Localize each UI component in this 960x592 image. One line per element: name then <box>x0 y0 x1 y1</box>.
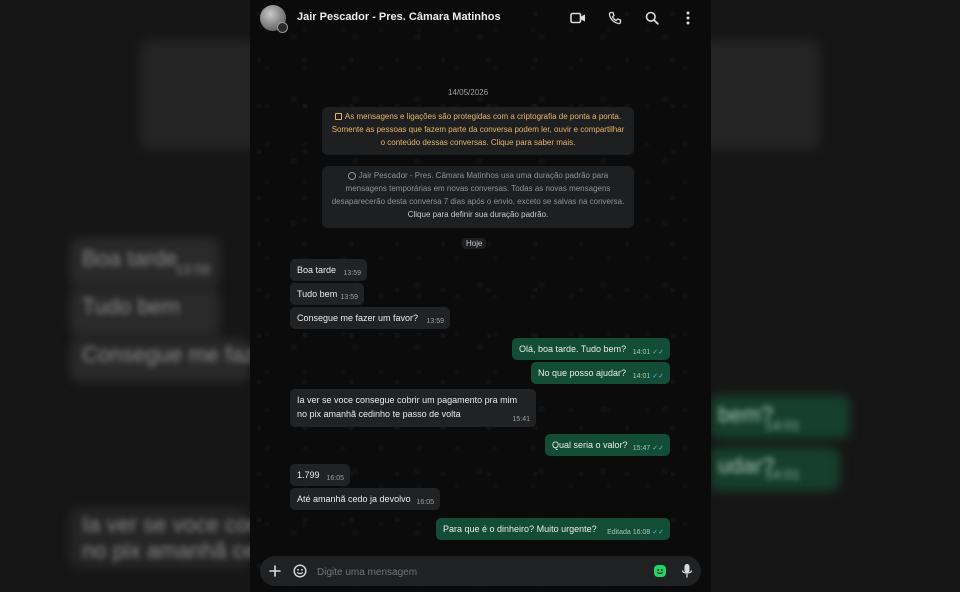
message-text: Para que é o dinheiro? Muito urgente? <box>443 524 597 534</box>
outgoing-message[interactable]: No que posso ajudar? 14:01 ✓✓ <box>531 362 670 384</box>
timer-icon <box>347 171 356 180</box>
message-time: 16:05 <box>326 475 344 482</box>
read-ticks-icon: ✓✓ <box>652 445 664 452</box>
message-text: Consegue me fazer um favor? <box>297 313 419 323</box>
read-ticks-icon: ✓✓ <box>652 529 664 536</box>
message-time: 13:59 <box>343 270 361 277</box>
phone-icon[interactable] <box>606 9 624 27</box>
message-time: 13:59 <box>340 294 358 301</box>
message-composer <box>260 556 701 586</box>
bg-text: 14:01 <box>765 417 801 433</box>
notice-text: Jair Pescador - Pres. Câmara Matinhos us… <box>358 171 609 180</box>
lock-icon <box>334 113 342 121</box>
message-time: 14:01 ✓✓ <box>633 372 664 381</box>
message-text: Olá, boa tarde. Tudo bem? <box>519 344 627 354</box>
microphone-icon[interactable] <box>678 562 696 580</box>
message-line: no pix amanhã cedinho te passo de volta <box>297 409 461 419</box>
time-text: 15:47 <box>632 445 651 452</box>
chat-header: Jair Pescador - Pres. Câmara Matinhos <box>250 0 711 38</box>
message-text: 1.799 <box>297 470 320 480</box>
bg-text: Tudo bem <box>82 294 181 319</box>
notice-line: mensagens temporárias em novas conversas… <box>345 184 611 193</box>
message-time: 16:05 <box>416 499 434 506</box>
message-text: No que posso ajudar? <box>538 368 627 378</box>
outgoing-message[interactable]: Qual seria o valor? 15:47 ✓✓ <box>545 434 670 456</box>
bg-text: Consegue me fazer <box>82 342 274 367</box>
bg-text: 14:01 <box>765 466 801 482</box>
bg-text: 13:59 <box>175 261 211 277</box>
time-text: Editada 16:08 <box>607 529 651 536</box>
set-default-duration-link[interactable]: Clique para definir sua duração padrão. <box>322 208 634 221</box>
notice-line: Somente as pessoas que fazem parte da co… <box>331 125 625 134</box>
incoming-message[interactable]: Até amanhã cedo ja devolvo 16:05 <box>290 488 440 510</box>
contact-name[interactable]: Jair Pescador - Pres. Câmara Matinhos <box>297 11 501 23</box>
message-text: Ia ver se voce consegue cobrir um pagame… <box>297 393 517 421</box>
read-ticks-icon: ✓✓ <box>652 349 664 356</box>
message-text: Tudo bem <box>297 289 338 299</box>
message-line: Ia ver se voce consegue cobrir um pagame… <box>297 395 518 405</box>
outgoing-message[interactable]: Para que é o dinheiro? Muito urgente? Ed… <box>436 518 670 540</box>
message-text: Até amanhã cedo ja devolvo <box>297 494 411 504</box>
date-label: 14/05/2026 <box>448 88 489 97</box>
time-text: 14:01 <box>632 349 651 356</box>
encryption-notice[interactable]: As mensagens e ligações são protegidas c… <box>322 107 634 155</box>
bg-text: Boa tarde <box>82 246 178 271</box>
read-ticks-icon: ✓✓ <box>652 373 664 380</box>
more-options-icon[interactable] <box>679 9 697 27</box>
message-time: 15:47 ✓✓ <box>633 444 664 453</box>
contact-avatar[interactable] <box>260 5 288 33</box>
incoming-message[interactable]: Tudo bem 13:59 <box>290 283 364 305</box>
search-icon[interactable] <box>643 9 661 27</box>
avatar-badge <box>277 22 288 33</box>
incoming-message[interactable]: Consegue me fazer um favor? 13:59 <box>290 307 450 329</box>
notice-text: As mensagens e ligações são protegidas c… <box>344 112 622 121</box>
message-text: Qual seria o valor? <box>552 440 628 450</box>
disappearing-messages-notice[interactable]: Jair Pescador - Pres. Câmara Matinhos us… <box>322 166 634 228</box>
notice-line: Jair Pescador - Pres. Câmara Matinhos us… <box>322 169 634 182</box>
bg-blob <box>700 40 820 150</box>
outgoing-message[interactable]: Olá, boa tarde. Tudo bem? 14:01 ✓✓ <box>512 338 670 360</box>
sticker-icon[interactable] <box>651 562 669 580</box>
notice-line: o conteúdo dessas conversas. Clique para… <box>380 138 576 147</box>
incoming-message[interactable]: Ia ver se voce consegue cobrir um pagame… <box>290 389 536 427</box>
notice-line: desaparecerão desta conversa 7 dias após… <box>331 197 625 206</box>
notice-line: As mensagens e ligações são protegidas c… <box>322 110 634 123</box>
message-time: Editada 16:08 ✓✓ <box>607 528 664 537</box>
message-time: 13:59 <box>426 318 444 325</box>
bg-text: no pix amanhã cedi <box>82 538 273 563</box>
chat-window: Jair Pescador - Pres. Câmara Matinhos 14… <box>250 0 711 592</box>
incoming-message[interactable]: 1.799 16:05 <box>290 464 350 486</box>
today-label: Hoje <box>462 238 487 249</box>
emoji-icon[interactable] <box>291 562 309 580</box>
message-time: 14:01 ✓✓ <box>633 348 664 357</box>
incoming-message[interactable]: Boa tarde 13:59 <box>290 259 367 281</box>
plus-icon[interactable] <box>266 562 284 580</box>
video-call-icon[interactable] <box>569 9 587 27</box>
message-time: 15:41 <box>512 416 530 423</box>
message-input[interactable] <box>315 562 649 582</box>
bg-blob <box>140 40 260 150</box>
message-text: Boa tarde <box>297 265 337 275</box>
time-text: 14:01 <box>632 373 651 380</box>
